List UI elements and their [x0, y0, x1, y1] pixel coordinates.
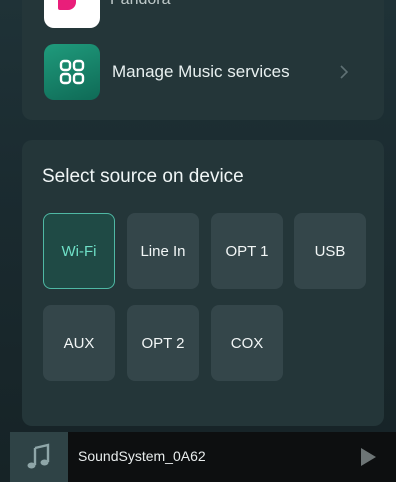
chevron-right-icon [340, 65, 349, 79]
source-button-line-in[interactable]: Line In [127, 213, 199, 289]
manage-music-services-row[interactable]: Manage Music services [44, 44, 364, 100]
pandora-logo-mark [58, 0, 76, 10]
pandora-app-icon[interactable] [44, 0, 100, 28]
source-button-usb[interactable]: USB [294, 213, 366, 289]
partial-service-label: Pandora [110, 0, 171, 9]
manage-music-services-label: Manage Music services [112, 62, 290, 81]
now-playing-bar[interactable]: SoundSystem_0A62 [10, 432, 396, 482]
source-button-aux[interactable]: AUX [43, 305, 115, 381]
source-button-opt1[interactable]: OPT 1 [211, 213, 283, 289]
section-title: Select source on device [42, 166, 244, 187]
device-name: SoundSystem_0A62 [78, 448, 206, 464]
source-button-wifi[interactable]: Wi-Fi [43, 213, 115, 289]
source-button-cox[interactable]: COX [211, 305, 283, 381]
music-note-icon [10, 432, 68, 482]
grid-icon [44, 44, 100, 100]
source-button-opt2[interactable]: OPT 2 [127, 305, 199, 381]
play-icon[interactable] [358, 447, 378, 467]
